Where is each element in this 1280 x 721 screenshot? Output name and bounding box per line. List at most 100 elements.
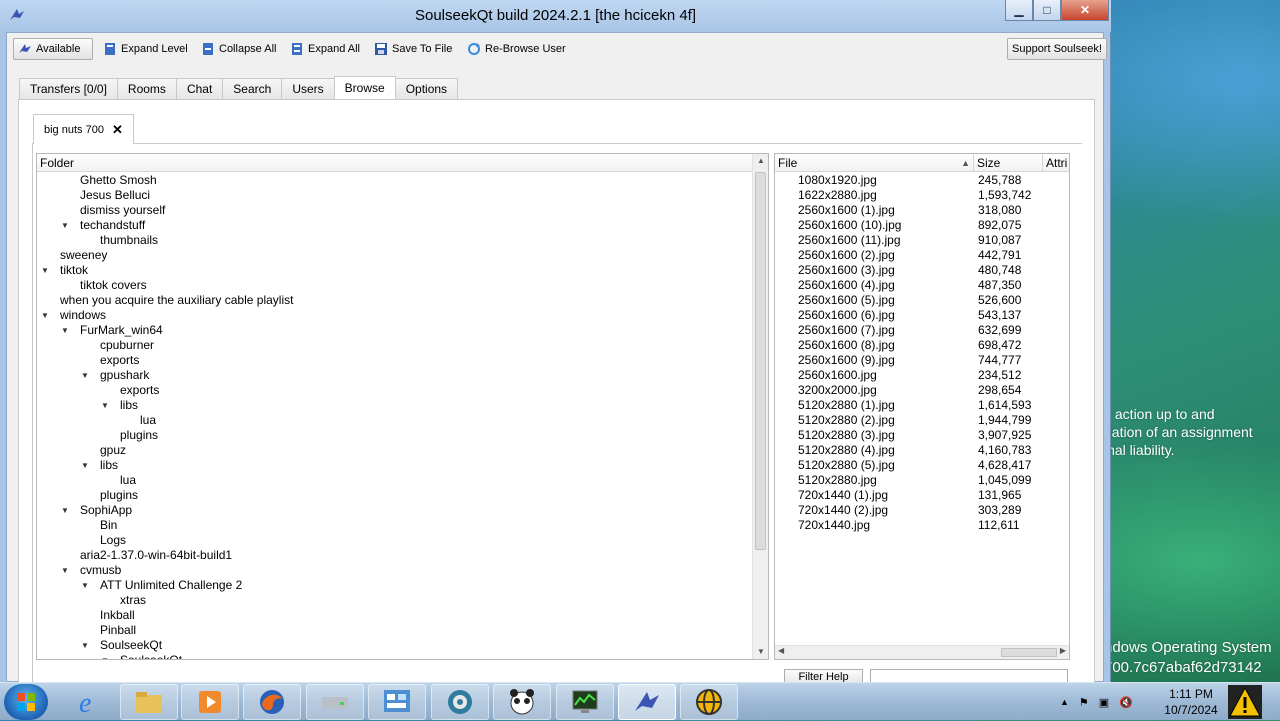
tree-row[interactable]: ▼ techandstuff: [37, 218, 753, 233]
volume-muted-icon[interactable]: 🔇: [1119, 696, 1133, 709]
tree-row[interactable]: ▼ SoulseekQt: [37, 653, 753, 659]
tree-row[interactable]: ▼ SoulseekQt: [37, 638, 753, 653]
folder-tree[interactable]: Folder ▲ Ghetto SmoshJesus Bellucidismis…: [36, 153, 769, 660]
file-row[interactable]: 720x1440 (2).jpg 303,289: [775, 503, 1055, 518]
tree-expander-icon[interactable]: ▼: [79, 638, 91, 653]
filter-help-button[interactable]: Filter Help: [784, 669, 863, 682]
file-row[interactable]: 2560x1600 (11).jpg 910,087: [775, 233, 1055, 248]
firefox-icon[interactable]: [243, 684, 301, 720]
tree-row[interactable]: cpuburner: [37, 338, 753, 353]
file-row[interactable]: 1622x2880.jpg 1,593,742: [775, 188, 1055, 203]
file-row[interactable]: 720x1440 (1).jpg 131,965: [775, 488, 1055, 503]
tree-expander-icon[interactable]: ▼: [39, 263, 51, 278]
maximize-button[interactable]: □: [1033, 0, 1061, 21]
tab-search[interactable]: Search: [222, 78, 283, 99]
re-browse-user-button[interactable]: Re-Browse User: [463, 38, 570, 60]
tree-row[interactable]: Pinball: [37, 623, 753, 638]
tree-row[interactable]: exports: [37, 383, 753, 398]
clock[interactable]: 1:11 PM 10/7/2024: [1158, 686, 1224, 718]
minimize-button[interactable]: ▁: [1005, 0, 1033, 21]
file-row[interactable]: 3200x2000.jpg 298,654: [775, 383, 1055, 398]
tree-expander-icon[interactable]: ▼: [79, 578, 91, 593]
tree-row[interactable]: ▼ tiktok: [37, 263, 753, 278]
file-row[interactable]: 1080x1920.jpg 245,788: [775, 173, 1055, 188]
tree-row[interactable]: aria2-1.37.0-win-64bit-build1: [37, 548, 753, 563]
tree-expander-icon[interactable]: ▼: [99, 653, 111, 659]
available-status-button[interactable]: Available: [13, 38, 93, 60]
file-column-header[interactable]: File ▲: [775, 154, 974, 172]
file-list[interactable]: File ▲ Size Attri 1080x1920.jpg 245,788 16…: [774, 153, 1070, 660]
file-row[interactable]: 2560x1600 (10).jpg 892,075: [775, 218, 1055, 233]
file-row[interactable]: 5120x2880 (4).jpg 4,160,783: [775, 443, 1055, 458]
tree-row[interactable]: thumbnails: [37, 233, 753, 248]
tab-transfers[interactable]: Transfers [0/0]: [19, 78, 118, 99]
tree-expander-icon[interactable]: ▼: [59, 218, 71, 233]
file-row[interactable]: 2560x1600 (2).jpg 442,791: [775, 248, 1055, 263]
file-row[interactable]: 2560x1600 (5).jpg 526,600: [775, 293, 1055, 308]
tree-row[interactable]: ▼ cvmusb: [37, 563, 753, 578]
network-globe-icon[interactable]: [431, 684, 489, 720]
tree-row[interactable]: sweeney: [37, 248, 753, 263]
tree-row[interactable]: Inkball: [37, 608, 753, 623]
title-bar[interactable]: SoulseekQt build 2024.2.1 [the hcicekn 4…: [0, 0, 1111, 32]
tree-row[interactable]: ▼ FurMark_win64: [37, 323, 753, 338]
file-row[interactable]: 5120x2880.jpg 1,045,099: [775, 473, 1055, 488]
file-row[interactable]: 5120x2880 (2).jpg 1,944,799: [775, 413, 1055, 428]
file-row[interactable]: 2560x1600 (3).jpg 480,748: [775, 263, 1055, 278]
tree-row[interactable]: plugins: [37, 428, 753, 443]
media-player-icon[interactable]: [181, 684, 239, 720]
tree-row[interactable]: Bin: [37, 518, 753, 533]
tree-row[interactable]: ▼ gpushark: [37, 368, 753, 383]
tree-row[interactable]: ▼ SophiApp: [37, 503, 753, 518]
scrollbar-thumb[interactable]: [755, 172, 766, 550]
filter-input[interactable]: [870, 669, 1068, 682]
tree-row[interactable]: ▼ libs: [37, 458, 753, 473]
file-list-hscrollbar[interactable]: ▶ ◀: [775, 645, 1069, 659]
file-row[interactable]: 2560x1600 (8).jpg 698,472: [775, 338, 1055, 353]
task-manager-icon[interactable]: [556, 684, 614, 720]
tree-row[interactable]: ▼ libs: [37, 398, 753, 413]
tree-row[interactable]: exports: [37, 353, 753, 368]
tree-row[interactable]: plugins: [37, 488, 753, 503]
expand-level-button[interactable]: Expand Level: [99, 38, 192, 60]
file-row[interactable]: 2560x1600 (7).jpg 632,699: [775, 323, 1055, 338]
browser-globe-icon[interactable]: [680, 684, 738, 720]
tab-browse[interactable]: Browse: [333, 76, 396, 99]
network-icon[interactable]: ▣: [1099, 696, 1109, 709]
tab-rooms[interactable]: Rooms: [116, 78, 177, 99]
tree-row[interactable]: Jesus Belluci: [37, 188, 753, 203]
warning-icon[interactable]: [1228, 685, 1262, 719]
tree-row[interactable]: dismiss yourself: [37, 203, 753, 218]
tree-row[interactable]: xtras: [37, 593, 753, 608]
size-column-header[interactable]: Size: [974, 154, 1043, 172]
scrollbar-thumb[interactable]: [1001, 648, 1057, 657]
file-row[interactable]: 2560x1600 (6).jpg 543,137: [775, 308, 1055, 323]
tree-expander-icon[interactable]: ▼: [59, 503, 71, 518]
action-center-flag-icon[interactable]: ⚑: [1079, 696, 1089, 709]
tab-options[interactable]: Options: [394, 78, 459, 99]
file-row[interactable]: 2560x1600 (1).jpg 318,080: [775, 203, 1055, 218]
tree-expander-icon[interactable]: ▼: [79, 458, 91, 473]
file-row[interactable]: 5120x2880 (3).jpg 3,907,925: [775, 428, 1055, 443]
tree-row[interactable]: when you acquire the auxiliary cable pla…: [37, 293, 753, 308]
panda-icon[interactable]: [493, 684, 551, 720]
tab-users[interactable]: Users: [281, 78, 335, 99]
expand-all-button[interactable]: Expand All: [286, 38, 364, 60]
tree-expander-icon[interactable]: ▼: [79, 368, 91, 383]
control-panel-icon[interactable]: [368, 684, 426, 720]
file-row[interactable]: 5120x2880 (5).jpg 4,628,417: [775, 458, 1055, 473]
close-button[interactable]: ✕: [1061, 0, 1109, 21]
scroll-down-arrow[interactable]: ▼: [753, 645, 768, 659]
scroll-right-arrow[interactable]: ▶: [1060, 646, 1066, 655]
drive-icon[interactable]: [306, 684, 364, 720]
tab-chat[interactable]: Chat: [175, 78, 224, 99]
tree-row[interactable]: gpuz: [37, 443, 753, 458]
scroll-up-arrow[interactable]: ▲: [753, 154, 768, 168]
browse-user-tab[interactable]: big nuts 700 ✕: [33, 114, 134, 144]
tree-row[interactable]: Ghetto Smosh: [37, 173, 753, 188]
attributes-column-header[interactable]: Attri: [1043, 154, 1069, 172]
soulseek-taskbar-icon[interactable]: [618, 684, 676, 720]
scroll-left-arrow[interactable]: ◀: [778, 646, 784, 655]
folder-column-header[interactable]: Folder ▲: [37, 154, 768, 172]
internet-explorer-icon[interactable]: e: [60, 684, 118, 720]
